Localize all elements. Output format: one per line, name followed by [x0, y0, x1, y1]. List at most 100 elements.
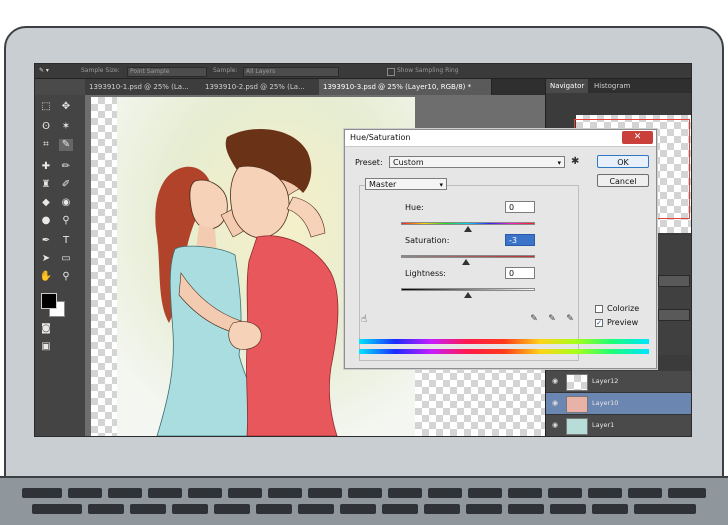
key [468, 488, 502, 498]
marquee-tool-icon[interactable]: ⬚ [39, 101, 53, 113]
show-ring-checkbox[interactable] [387, 68, 395, 76]
key [228, 488, 262, 498]
key [308, 488, 342, 498]
hue-label: Hue: [405, 203, 424, 212]
saturation-slider-thumb[interactable] [462, 259, 470, 265]
key [466, 504, 502, 514]
gear-icon[interactable]: ✱ [571, 156, 579, 168]
layer-thumbnail [566, 418, 588, 435]
tab-doc-1[interactable]: 1393910-1.psd @ 25% (La... [85, 79, 202, 95]
dialog-titlebar[interactable]: Hue/Saturation ✕ [345, 130, 656, 147]
layer-name: Layer10 [592, 399, 619, 407]
path-select-tool-icon[interactable]: ➤ [39, 253, 53, 265]
eyedropper-subtract-icon[interactable]: ✎ [565, 314, 575, 324]
cancel-button[interactable]: Cancel [597, 174, 649, 187]
hue-slider-thumb[interactable] [464, 226, 472, 232]
show-ring-label: Show Sampling Ring [397, 67, 459, 74]
key [130, 504, 166, 514]
sample-select[interactable]: All Layers [243, 67, 339, 77]
sample-size-select[interactable]: Point Sample [127, 67, 207, 77]
key [668, 488, 706, 498]
layer-thumbnail [566, 396, 588, 413]
eye-icon[interactable]: ◉ [552, 421, 560, 429]
key [214, 504, 250, 514]
dodge-tool-icon[interactable]: ⚲ [59, 215, 73, 227]
lasso-tool-icon[interactable]: ʘ [39, 121, 53, 133]
sample-label: Sample: [213, 67, 238, 74]
preset-select[interactable]: Custom ▾ [389, 156, 565, 168]
hand-tool-icon[interactable]: ✋ [39, 271, 53, 283]
saturation-label: Saturation: [405, 236, 450, 245]
tab-doc-3[interactable]: 1393910-3.psd @ 25% (Layer10, RGB/8) * [319, 79, 492, 95]
move-tool-icon[interactable]: ✥ [59, 101, 73, 113]
saturation-slider[interactable] [401, 255, 535, 258]
history-brush-tool-icon[interactable]: ✐ [59, 179, 73, 191]
eyedropper-icon[interactable]: ✎ [529, 314, 539, 324]
lightness-field[interactable]: 0 [505, 267, 535, 279]
preset-value: Custom [393, 158, 424, 167]
shape-tool-icon[interactable]: ▭ [59, 253, 73, 265]
tab-navigator[interactable]: Navigator [546, 79, 589, 93]
colorize-label: Colorize [607, 304, 640, 313]
lightness-slider-thumb[interactable] [464, 292, 472, 298]
screen-mode-icon[interactable]: ▣ [39, 341, 53, 353]
close-button[interactable]: ✕ [622, 131, 653, 144]
eye-icon[interactable]: ◉ [552, 399, 560, 407]
key [508, 488, 542, 498]
key [148, 488, 182, 498]
eraser-tool-icon[interactable]: ◆ [39, 197, 53, 209]
layer-row[interactable]: ◉ Layer1 [546, 415, 691, 436]
hue-slider[interactable] [401, 222, 535, 225]
key [548, 488, 582, 498]
sample-size-label: Sample Size: [81, 67, 120, 74]
zoom-tool-icon[interactable]: ⚲ [59, 271, 73, 283]
colorize-checkbox[interactable] [595, 305, 603, 313]
tab-doc-2[interactable]: 1393910-2.psd @ 25% (La... [201, 79, 320, 95]
eyedropper-add-icon[interactable]: ✎ [547, 314, 557, 324]
adjustment-group [359, 185, 579, 361]
crop-tool-icon[interactable]: ⌗ [39, 139, 53, 151]
opacity-field[interactable] [658, 275, 690, 287]
key [508, 504, 544, 514]
fill-field[interactable] [658, 309, 690, 321]
preview-label: Preview [607, 318, 639, 327]
brush-tool-icon[interactable]: ✏ [59, 161, 73, 173]
dialog-title: Hue/Saturation [350, 133, 411, 142]
eye-icon[interactable]: ◉ [552, 377, 560, 385]
key [340, 504, 376, 514]
tab-histogram[interactable]: Histogram [590, 79, 634, 93]
layer-row[interactable]: ◉ Layer12 [546, 371, 691, 393]
hue-field[interactable]: 0 [505, 201, 535, 213]
key [256, 504, 292, 514]
saturation-field[interactable]: -3 [505, 234, 535, 246]
eyedropper-tool-icon[interactable]: ✎ ▾ [39, 67, 49, 74]
options-bar: ✎ ▾ Sample Size: Point Sample Sample: Al… [35, 64, 691, 79]
laptop-screen: ✎ ▾ Sample Size: Point Sample Sample: Al… [34, 63, 692, 437]
chevron-down-icon: ▾ [439, 181, 443, 189]
preview-checkbox[interactable]: ✓ [595, 319, 603, 327]
healing-tool-icon[interactable]: ✚ [39, 161, 53, 173]
bucket-tool-icon[interactable]: ◉ [59, 197, 73, 209]
quick-mask-icon[interactable]: ◙ [39, 323, 53, 335]
key [424, 504, 460, 514]
ok-button[interactable]: OK [597, 155, 649, 168]
key [348, 488, 382, 498]
key [108, 488, 142, 498]
channel-select[interactable]: Master ▾ [365, 178, 447, 190]
laptop-keyboard-deck [0, 476, 728, 525]
eyedropper-tool-icon[interactable]: ✎ [59, 139, 73, 151]
keyboard-row [22, 488, 706, 498]
magic-wand-tool-icon[interactable]: ✶ [59, 121, 73, 133]
targeted-adjustment-hand-icon[interactable]: ☝ [361, 314, 367, 325]
preset-label: Preset: [355, 158, 383, 167]
key [188, 488, 222, 498]
layer-name: Layer1 [592, 421, 615, 429]
key [88, 504, 124, 514]
lightness-slider[interactable] [401, 288, 535, 291]
pen-tool-icon[interactable]: ✒ [39, 235, 53, 247]
type-tool-icon[interactable]: T [59, 235, 73, 247]
layer-row[interactable]: ◉ Layer10 [546, 393, 691, 415]
stamp-tool-icon[interactable]: ♜ [39, 179, 53, 191]
key [32, 504, 82, 514]
blur-tool-icon[interactable]: ● [39, 215, 53, 227]
